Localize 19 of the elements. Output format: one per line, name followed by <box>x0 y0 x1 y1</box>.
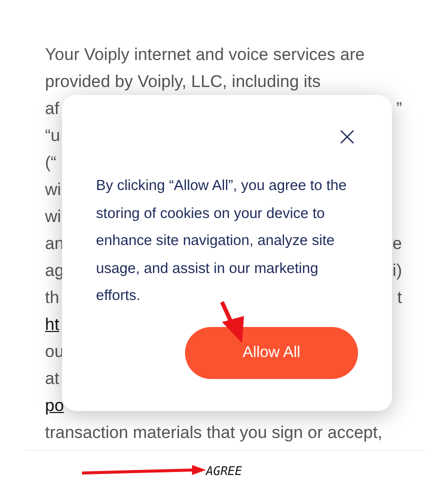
text-fragment: “u <box>45 125 60 147</box>
text-fragment: i) <box>392 260 402 282</box>
close-button[interactable]: × <box>336 125 358 149</box>
text-fragment: e <box>392 233 402 255</box>
text-fragment: at <box>45 368 60 390</box>
text-fragment: provided by Voiply, LLC, including its <box>45 71 321 93</box>
text-fragment: ” <box>396 98 402 120</box>
text-fragment: th <box>45 287 60 309</box>
text-fragment: transaction materials that you sign or accept, <box>45 422 382 444</box>
cookie-message: By clicking “Allow All”, you agree to the storing of cookies on your device to enhance site navigation, analyze site usage, and assist in our marketing efforts. <box>96 177 348 306</box>
text-fragment: Your Voiply internet and voice services are <box>45 44 365 66</box>
text-fragment: af <box>45 98 60 120</box>
handwritten-label: AGREE <box>206 464 242 478</box>
link-text[interactable]: ht <box>45 311 60 338</box>
text-fragment: wi <box>45 179 62 201</box>
text-fragment: (“ <box>45 152 56 174</box>
text-fragment: wi <box>45 206 62 228</box>
text-fragment: t <box>397 287 402 309</box>
link-text[interactable]: po <box>45 392 64 419</box>
